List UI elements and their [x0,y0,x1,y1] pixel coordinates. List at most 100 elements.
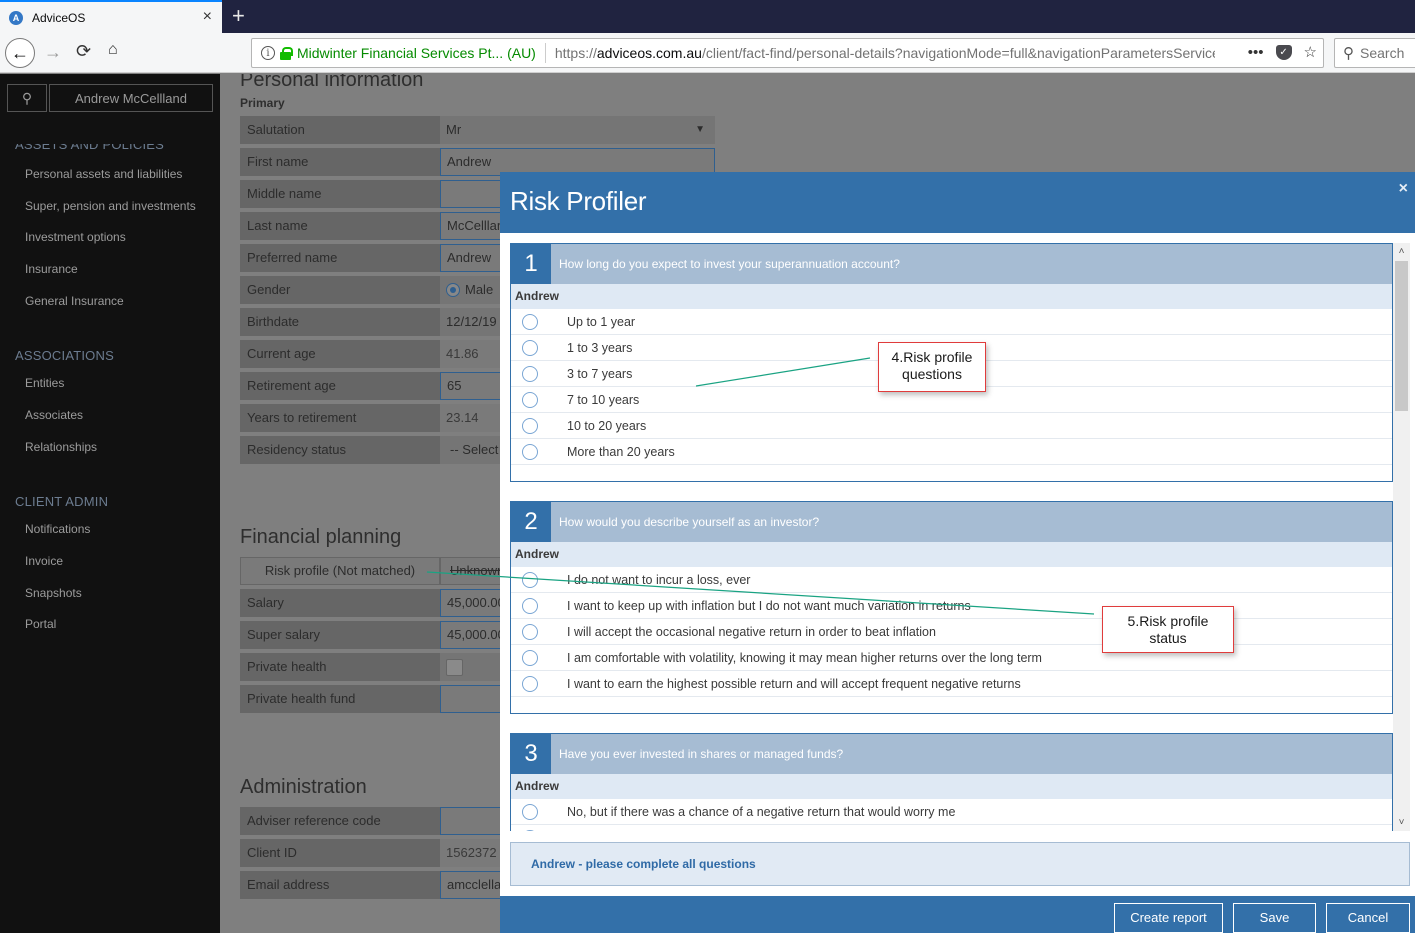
sidebar-item-invoice[interactable]: Invoice [25,554,63,568]
radio-button[interactable] [522,366,538,382]
browser-tab[interactable]: A AdviceOS × [0,0,222,33]
answer-option-partial[interactable] [511,825,1392,831]
answer-label: I will accept the occasional negative re… [567,625,936,639]
sidebar-item-snapshots[interactable]: Snapshots [25,586,82,600]
back-arrow-icon[interactable]: ← [5,38,35,68]
question-number: 1 [511,244,551,284]
radio-button[interactable] [522,340,538,356]
client-name-button[interactable]: Andrew McCellland [49,84,213,112]
radio-button[interactable] [522,804,538,820]
answer-option[interactable]: More than 20 years [511,439,1392,465]
risk-profile-button[interactable]: Risk profile (Not matched) [240,557,440,585]
question-text: Have you ever invested in shares or mana… [559,747,844,761]
field-salutation: Salutation Mr ▼ [240,116,715,144]
answer-label: No, but if there was a chance of a negat… [567,805,956,819]
radio-button[interactable] [522,314,538,330]
question-card-2: 2 How would you describe yourself as an … [510,501,1393,714]
field-label: Residency status [240,436,440,464]
browser-nav-bar: ← → ⟳ ⌂ i Midwinter Financial Services P… [0,33,1415,73]
modal-scrollbar[interactable]: ˄ ˅ [1393,243,1410,831]
answer-label: More than 20 years [567,445,675,459]
status-message: Andrew - please complete all questions [531,857,756,871]
create-report-button[interactable]: Create report [1114,903,1223,933]
close-tab-icon[interactable]: × [203,8,212,26]
info-icon[interactable]: i [261,46,275,60]
browser-tab-bar: A AdviceOS × + [0,0,1415,33]
sidebar-item-general-insurance[interactable]: General Insurance [25,294,124,308]
forward-arrow-icon[interactable]: → [44,42,62,63]
pocket-icon[interactable]: ✓ [1275,44,1292,60]
answer-option[interactable]: I will accept the occasional negative re… [511,619,1392,645]
answer-label: Up to 1 year [567,315,636,329]
questions-scroll-area[interactable]: 1 How long do you expect to invest your … [510,243,1393,831]
sidebar-item-relationships[interactable]: Relationships [25,440,97,454]
search-placeholder: Search [1360,45,1405,61]
close-icon[interactable]: × [1399,180,1408,198]
answer-option[interactable]: I do not want to incur a loss, ever [511,567,1392,593]
reload-icon[interactable]: ⟳ [76,41,91,62]
sidebar-item-super-pension[interactable]: Super, pension and investments [25,199,196,213]
question-number: 2 [511,502,551,542]
scroll-down-icon[interactable]: ˅ [1393,814,1410,831]
question-text: How long do you expect to invest your su… [559,257,900,271]
radio-button[interactable] [522,830,538,831]
sidebar-item-notifications[interactable]: Notifications [25,522,90,536]
url-prefix: https:// [554,45,597,61]
radio-selected-icon[interactable] [446,283,460,297]
scrollbar-thumb[interactable] [1395,261,1408,411]
sidebar-item-investment-options[interactable]: Investment options [25,230,126,244]
radio-button[interactable] [522,392,538,408]
sidebar-item-portal[interactable]: Portal [25,617,56,631]
field-label: Salary [240,589,440,617]
field-label: Retirement age [240,372,440,400]
answer-option[interactable]: I am comfortable with volatility, knowin… [511,645,1392,671]
new-tab-button[interactable]: + [232,3,245,29]
answer-label: I am comfortable with volatility, knowin… [567,651,1042,665]
answer-option[interactable]: Up to 1 year [511,309,1392,335]
section-title-administration: Administration [240,776,367,798]
salutation-select[interactable]: Mr ▼ [440,116,715,144]
bookmark-star-icon[interactable]: ☆ [1304,43,1317,61]
answer-option[interactable]: 10 to 20 years [511,413,1392,439]
save-button[interactable]: Save [1233,903,1316,933]
answer-option[interactable]: I want to keep up with inflation but I d… [511,593,1392,619]
answer-label: 3 to 7 years [567,367,633,381]
answer-option[interactable]: No, but if there was a chance of a negat… [511,799,1392,825]
url-separator [544,43,546,63]
page-actions-menu-icon[interactable]: ••• [1248,44,1264,61]
question-person: Andrew [511,542,1392,567]
callout-risk-profile-status: 5.Risk profile status [1102,606,1234,653]
question-padding [511,697,1392,713]
sidebar-item-entities[interactable]: Entities [25,376,64,390]
question-person: Andrew [511,774,1392,799]
radio-button[interactable] [522,650,538,666]
sidebar-item-personal-assets[interactable]: Personal assets and liabilities [25,167,182,181]
modal-header: Risk Profiler × [500,172,1415,233]
sidebar-search-button[interactable]: ⚲ [7,84,47,112]
primary-label: Primary [240,96,285,110]
radio-button[interactable] [522,572,538,588]
sidebar-item-insurance[interactable]: Insurance [25,262,78,276]
answer-option[interactable]: I want to earn the highest possible retu… [511,671,1392,697]
sidebar-heading-associations: ASSOCIATIONS [15,348,114,363]
sidebar-heading-assets: ASSETS AND POLICIES [15,137,165,152]
radio-button[interactable] [522,418,538,434]
cancel-button[interactable]: Cancel [1326,903,1410,933]
sidebar-item-associates[interactable]: Associates [25,408,83,422]
callout-text-line: 5.Risk profile [1127,613,1209,629]
scroll-up-icon[interactable]: ˄ [1393,243,1410,260]
lock-icon[interactable] [280,47,293,60]
home-icon[interactable]: ⌂ [108,41,118,59]
answer-label: 7 to 10 years [567,393,640,407]
question-padding [511,465,1392,481]
radio-button[interactable] [522,624,538,640]
radio-button[interactable] [522,598,538,614]
url-text[interactable]: https://adviceos.com.au/client/fact-find… [555,45,1215,61]
field-label: Middle name [240,180,440,208]
private-health-checkbox[interactable] [446,659,463,676]
address-bar[interactable]: i Midwinter Financial Services Pt... (AU… [251,38,1324,68]
site-identity[interactable]: Midwinter Financial Services Pt... (AU) [297,45,536,61]
radio-button[interactable] [522,444,538,460]
radio-button[interactable] [522,676,538,692]
browser-search-box[interactable]: ⚲ Search [1334,38,1415,68]
